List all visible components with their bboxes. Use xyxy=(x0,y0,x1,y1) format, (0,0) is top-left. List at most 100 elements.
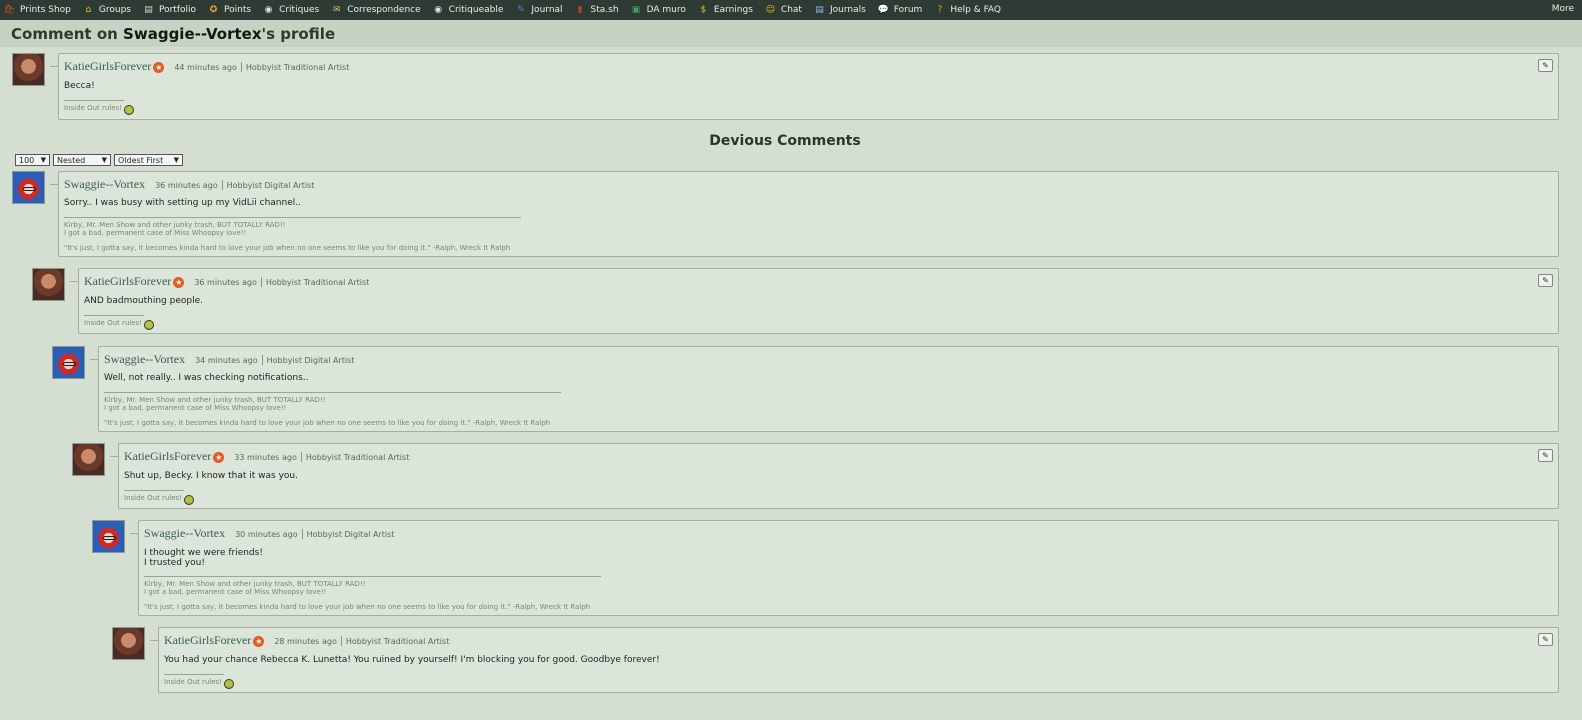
edit-button[interactable]: ✎ xyxy=(1538,633,1553,646)
nav-icon: ▤ xyxy=(144,5,153,15)
edit-button[interactable]: ✎ xyxy=(1538,449,1553,462)
sort-order-value: Oldest First xyxy=(118,155,164,165)
nav-item-label: Groups xyxy=(98,5,131,15)
nav-item-sta-sh[interactable]: ▮ Sta.sh xyxy=(575,5,619,16)
user-role: Hobbyist Traditional Artist xyxy=(265,278,370,287)
pencil-icon: ✎ xyxy=(1542,451,1549,460)
nav-item-points[interactable]: ✪ Points xyxy=(208,5,251,16)
nav-item-label: Forum xyxy=(893,5,923,15)
nav-item-label: Critiques xyxy=(279,5,320,15)
user-role: Hobbyist Traditional Artist xyxy=(345,637,450,646)
nav-item-correspondence[interactable]: ✉ Correspondence xyxy=(331,5,421,16)
comment-header: Swaggie--Vortex 34 minutes ago Hobbyist … xyxy=(104,352,354,367)
page-title-suffix: 's profile xyxy=(261,24,336,43)
comment-box: Swaggie--Vortex 30 minutes ago Hobbyist … xyxy=(130,520,1559,616)
section-title: Devious Comments xyxy=(709,133,861,149)
timestamp[interactable]: 30 minutes ago xyxy=(235,530,298,539)
smiley-icon: ‿ xyxy=(224,679,235,689)
signature-line: I got a bad, permanent case of Miss Whoo… xyxy=(104,404,287,412)
comment-controls: 100 ▼ Nested ▼ Oldest First ▼ xyxy=(15,154,183,166)
nav-icon: ◉ xyxy=(264,5,273,15)
nav-item-journal[interactable]: ✎ Journal xyxy=(515,5,562,16)
comment-box: Swaggie--Vortex 34 minutes ago Hobbyist … xyxy=(90,346,1559,432)
user-role: Hobbyist Traditional Artist xyxy=(245,63,350,72)
timestamp[interactable]: 36 minutes ago xyxy=(194,278,257,287)
signature-line: Kirby, Mr. Men Show and other junky tras… xyxy=(104,396,326,404)
nav-icon: ▤ xyxy=(815,5,824,15)
comment-line: You had your chance Rebecca K. Lunetta! … xyxy=(164,655,660,665)
username[interactable]: Swaggie--Vortex xyxy=(144,526,225,541)
dropdown-arrow-icon: ▼ xyxy=(40,156,46,164)
username[interactable]: KatieGirlsForever xyxy=(164,633,251,648)
username[interactable]: KatieGirlsForever xyxy=(64,59,151,74)
nav-icon: ⌂ xyxy=(85,5,92,15)
star-icon: ★ xyxy=(253,636,265,647)
nav-more-link[interactable]: More xyxy=(1552,4,1574,14)
user-role: Hobbyist Digital Artist xyxy=(306,530,395,539)
signature-line: Kirby, Mr. Men Show and other junky tras… xyxy=(64,221,286,229)
nav-item-label: Help & FAQ xyxy=(950,5,1002,15)
avatar[interactable] xyxy=(72,443,105,476)
nav-item-da-muro[interactable]: ▣ DA muro xyxy=(631,5,686,16)
smiley-icon: ‿ xyxy=(144,320,155,330)
nav-item-chat[interactable]: ☺ Chat xyxy=(765,5,802,16)
pencil-icon: ✎ xyxy=(1542,276,1549,285)
nav-icon: ▣ xyxy=(631,5,641,15)
nav-item-label: Points xyxy=(224,5,252,15)
comment-box: Swaggie--Vortex 36 minutes ago Hobbyist … xyxy=(50,171,1559,257)
timestamp[interactable]: 34 minutes ago xyxy=(195,356,258,365)
edit-button[interactable]: ✎ xyxy=(1538,59,1553,72)
smiley-icon: ‿ xyxy=(184,495,195,505)
nav-item-earnings[interactable]: $ Earnings xyxy=(698,5,752,16)
signature-divider xyxy=(64,217,521,218)
avatar[interactable] xyxy=(32,268,65,301)
page-title-owner[interactable]: Swaggie--Vortex xyxy=(123,25,261,43)
timestamp[interactable]: 33 minutes ago xyxy=(234,453,297,462)
nav-item-label: DA muro xyxy=(646,5,686,15)
signature-divider xyxy=(64,100,124,101)
user-role: Hobbyist Digital Artist xyxy=(226,181,315,190)
dropdown-arrow-icon: ▼ xyxy=(173,156,179,164)
comment-line: Sorry.. I was busy with setting up my Vi… xyxy=(64,198,301,208)
username[interactable]: KatieGirlsForever xyxy=(124,449,211,464)
nav-icon: 🛍 xyxy=(3,5,16,15)
signature-divider xyxy=(164,674,224,675)
nav-item-critiques[interactable]: ◉ Critiques xyxy=(263,5,320,16)
username[interactable]: Swaggie--Vortex xyxy=(104,352,185,367)
signature-quote: "It's just, I gotta say, it becomes kind… xyxy=(64,244,511,252)
nav-item-groups[interactable]: ⌂ Groups xyxy=(83,5,131,16)
avatar[interactable] xyxy=(12,171,45,204)
comment-body: Becca! xyxy=(64,81,95,91)
signature-divider xyxy=(144,576,601,577)
avatar[interactable] xyxy=(12,53,45,86)
top-nav: 🛍 Prints Shop ⌂ Groups ▤ Portfolio ✪ Points ◉ Cri… xyxy=(0,0,1582,20)
nav-item-help-faq[interactable]: ? Help & FAQ xyxy=(934,5,1001,16)
avatar[interactable] xyxy=(112,627,145,660)
divider xyxy=(340,635,342,646)
edit-button[interactable]: ✎ xyxy=(1538,274,1553,287)
nav-item-prints-shop[interactable]: 🛍 Prints Shop xyxy=(4,5,71,16)
nav-item-critiqueable[interactable]: ◉ Critiqueable xyxy=(433,5,503,16)
avatar[interactable] xyxy=(52,346,85,379)
nav-item-journals[interactable]: ▤ Journals xyxy=(814,5,866,16)
signature-divider xyxy=(84,315,144,316)
per-page-select[interactable]: 100 ▼ xyxy=(15,154,50,166)
username[interactable]: Swaggie--Vortex xyxy=(64,177,145,192)
nav-item-portfolio[interactable]: ▤ Portfolio xyxy=(143,5,196,16)
nav-item-forum[interactable]: 💬 Forum xyxy=(878,5,923,16)
user-role: Hobbyist Digital Artist xyxy=(266,356,355,365)
nav-item-label: Correspondence xyxy=(347,5,421,15)
pencil-icon: ✎ xyxy=(1542,61,1549,70)
nav-item-label: Journal xyxy=(531,5,563,15)
sort-order-select[interactable]: Oldest First ▼ xyxy=(114,154,183,166)
view-mode-select[interactable]: Nested ▼ xyxy=(53,154,111,166)
timestamp[interactable]: 36 minutes ago xyxy=(155,181,218,190)
timestamp[interactable]: 44 minutes ago xyxy=(174,63,237,72)
comment-box: KatieGirlsForever ★ 44 minutes ago Hobby… xyxy=(50,53,1559,120)
signature: Inside Out rules! ‿ xyxy=(64,104,135,115)
username[interactable]: KatieGirlsForever xyxy=(84,274,171,289)
avatar[interactable] xyxy=(92,520,125,553)
comment-line: Becca! xyxy=(64,81,95,91)
comment-body: AND badmouthing people. xyxy=(84,296,203,306)
timestamp[interactable]: 28 minutes ago xyxy=(274,637,337,646)
